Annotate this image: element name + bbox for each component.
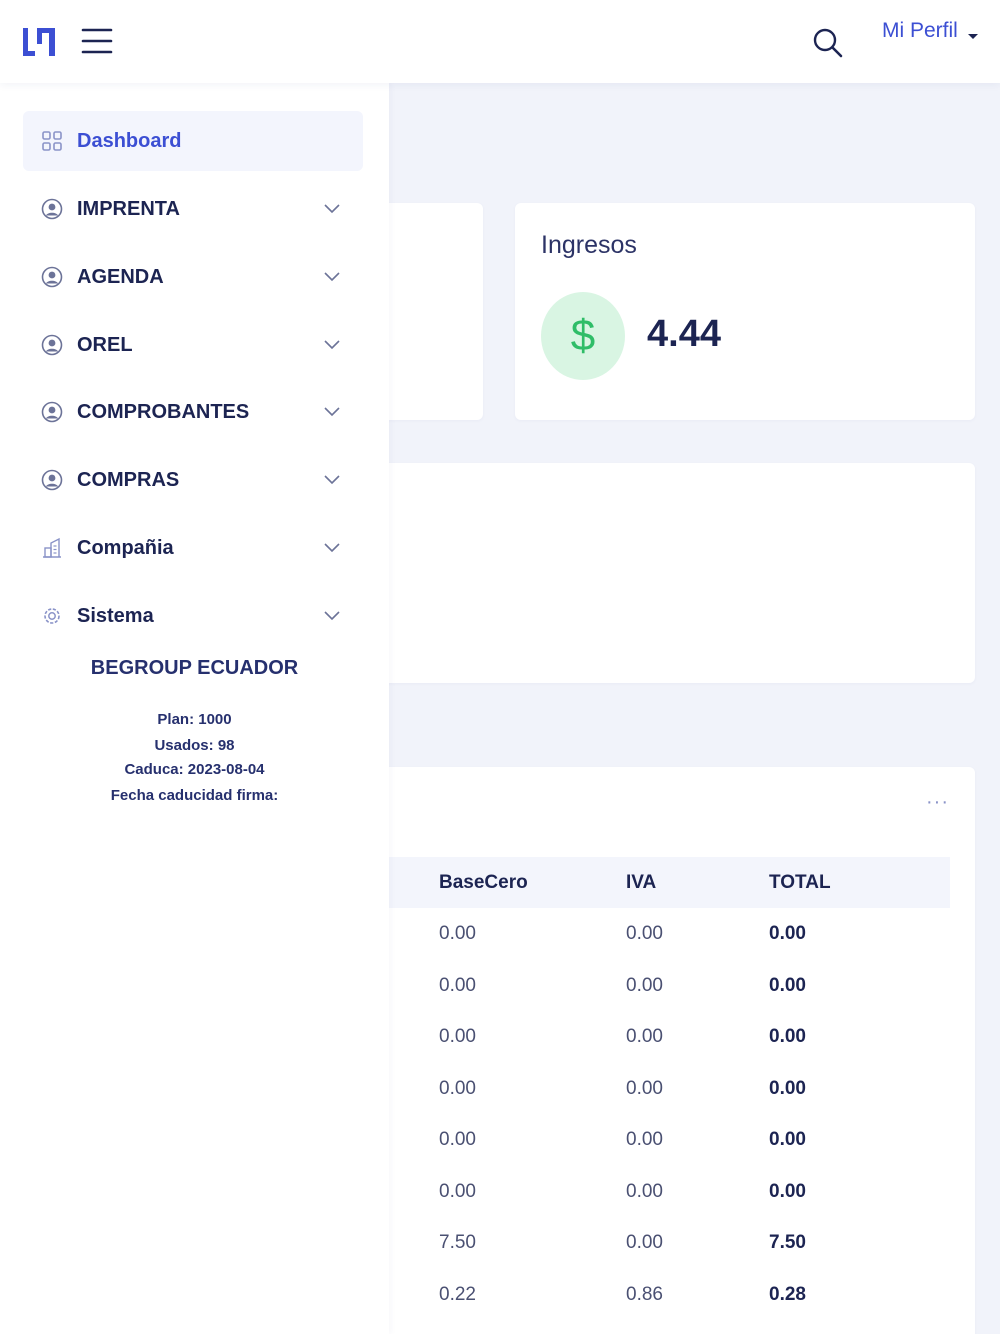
table-row: 0.22 0.86 0.28 bbox=[300, 1269, 950, 1321]
sidebar-item-label: COMPRAS bbox=[77, 468, 180, 491]
sidebar-item-label: Dashboard bbox=[77, 129, 182, 152]
cell-iva: 0.00 bbox=[626, 1026, 663, 1047]
table-row: 7.50 0.00 7.50 bbox=[300, 1217, 950, 1269]
sidebar-item-compania[interactable]: Compañia bbox=[23, 518, 363, 578]
top-header: Mi Perfil bbox=[0, 0, 1000, 83]
cell-total: 7.50 bbox=[769, 1232, 806, 1253]
user-circle-icon bbox=[41, 334, 63, 356]
ingresos-title: Ingresos bbox=[541, 231, 637, 259]
cell-iva: 0.00 bbox=[626, 1077, 663, 1099]
table-row: 0.00 0.00 0.00 bbox=[300, 960, 950, 1012]
table-row: 0.00 0.00 0.00 bbox=[300, 1166, 950, 1218]
cell-total: 0.00 bbox=[769, 1180, 806, 1202]
cell-total: 0.28 bbox=[769, 1283, 806, 1305]
table-row: 0.00 0.00 0.00 bbox=[300, 908, 950, 960]
sidebar-item-label: IMPRENTA bbox=[77, 197, 180, 220]
sidebar-item-label: OREL bbox=[77, 333, 133, 356]
expiry-info: Caduca: 2023-08-04 bbox=[124, 761, 265, 778]
column-header-basecero: BaseCero bbox=[439, 872, 528, 893]
chevron-down-icon bbox=[324, 543, 340, 553]
profile-label: Mi Perfil bbox=[882, 19, 958, 42]
user-circle-icon bbox=[41, 401, 63, 423]
plan-info: Plan: 1000 bbox=[157, 711, 232, 728]
ingresos-card: Ingresos $ 4.44 bbox=[515, 203, 975, 420]
cell-iva: 0.00 bbox=[626, 1129, 663, 1150]
sidebar-item-label: AGENDA bbox=[77, 265, 164, 288]
gear-icon bbox=[44, 608, 60, 624]
cell-iva: 0.00 bbox=[626, 1232, 663, 1253]
logo[interactable] bbox=[20, 22, 58, 62]
cell-total: 0.00 bbox=[769, 923, 806, 944]
cell-basecero: 0.00 bbox=[439, 1077, 476, 1099]
sidebar-item-compras[interactable]: COMPRAS bbox=[23, 450, 363, 510]
user-circle-icon bbox=[41, 198, 63, 220]
sidebar-item-orel[interactable]: OREL bbox=[23, 315, 363, 375]
table-card: ··· BaseCero IVA TOTAL 0.00 0.00 0.00 0.00 0… bbox=[300, 767, 975, 1334]
chevron-down-icon bbox=[324, 340, 340, 350]
sidebar-item-label: Compañia bbox=[77, 536, 174, 559]
sidebar-item-imprenta[interactable]: IMPRENTA bbox=[23, 179, 363, 239]
cell-iva: 0.00 bbox=[626, 1180, 663, 1202]
user-circle-icon bbox=[41, 266, 63, 288]
company-name: BEGROUP ECUADOR bbox=[90, 657, 299, 679]
menu-icon[interactable] bbox=[80, 24, 114, 58]
caret-down-icon bbox=[967, 33, 978, 39]
table-row: 0.00 0.00 0.00 bbox=[300, 1063, 950, 1115]
column-header-total: TOTAL bbox=[769, 872, 831, 893]
signature-expiry-info: Fecha caducidad firma: bbox=[110, 787, 279, 804]
user-circle-icon bbox=[41, 469, 63, 491]
search-icon[interactable] bbox=[810, 25, 846, 61]
sidebar-item-agenda[interactable]: AGENDA bbox=[23, 247, 363, 307]
chevron-down-icon bbox=[324, 204, 340, 214]
cell-basecero: 0.00 bbox=[439, 974, 476, 996]
sidebar-item-comprobantes[interactable]: COMPROBANTES bbox=[23, 382, 363, 442]
sidebar-item-sistema[interactable]: Sistema bbox=[23, 586, 363, 646]
cell-iva: 0.00 bbox=[626, 923, 663, 944]
sidebar-item-dashboard[interactable]: Dashboard bbox=[23, 111, 363, 171]
cell-basecero: 0.22 bbox=[439, 1283, 476, 1305]
column-header-iva: IVA bbox=[626, 872, 657, 893]
cell-total: 0.00 bbox=[769, 1026, 806, 1047]
sidebar: Dashboard IMPRENTA AGENDA OREL COMPROBAN… bbox=[0, 83, 389, 1334]
chevron-down-icon bbox=[324, 475, 340, 485]
cell-basecero: 0.00 bbox=[439, 923, 476, 944]
cell-total: 0.00 bbox=[769, 974, 806, 996]
ingresos-value: 4.44 bbox=[647, 313, 721, 355]
profile-menu[interactable]: Mi Perfil bbox=[882, 16, 978, 46]
cell-iva: 0.86 bbox=[626, 1283, 663, 1305]
table-body: 0.00 0.00 0.00 0.00 0.00 0.00 0.00 0.00 0.00 0.00… bbox=[300, 908, 950, 1320]
table-row: 0.00 0.00 0.00 bbox=[300, 1011, 950, 1063]
used-info: Usados: 98 bbox=[154, 737, 235, 754]
table-row: 0.00 0.00 0.00 bbox=[300, 1114, 950, 1166]
cell-basecero: 0.00 bbox=[439, 1129, 476, 1150]
more-options-icon[interactable]: ··· bbox=[926, 791, 949, 814]
cell-iva: 0.00 bbox=[626, 974, 663, 996]
chevron-down-icon bbox=[324, 272, 340, 282]
building-icon bbox=[43, 537, 61, 558]
sidebar-item-label: Sistema bbox=[77, 604, 154, 627]
sidebar-item-label: COMPROBANTES bbox=[77, 400, 250, 423]
table-header: BaseCero IVA TOTAL bbox=[300, 857, 950, 908]
cell-basecero: 0.00 bbox=[439, 1180, 476, 1202]
cell-total: 0.00 bbox=[769, 1077, 806, 1099]
chevron-down-icon bbox=[324, 611, 340, 621]
dollar-icon: $ bbox=[541, 292, 625, 380]
cell-total: 0.00 bbox=[769, 1129, 806, 1150]
cell-basecero: 0.00 bbox=[439, 1026, 476, 1047]
chart-card bbox=[300, 463, 975, 683]
cell-basecero: 7.50 bbox=[439, 1232, 476, 1253]
chevron-down-icon bbox=[324, 407, 340, 417]
grid-icon bbox=[42, 131, 62, 151]
